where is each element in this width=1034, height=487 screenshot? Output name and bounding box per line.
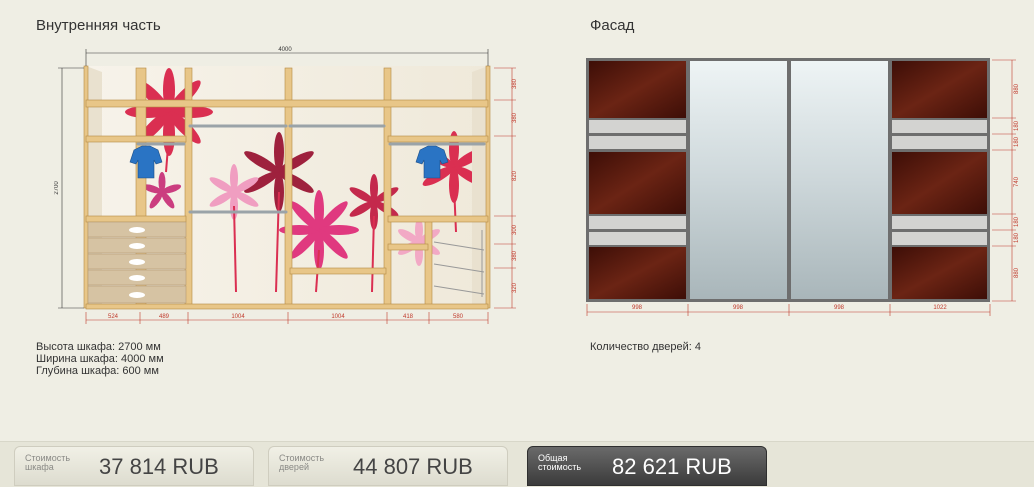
interior-title: Внутренняя часть [36, 17, 161, 34]
facade-right-dim: 880 [1014, 267, 1020, 278]
right-dim: 300 [512, 224, 518, 235]
bottom-dim: 418 [403, 314, 414, 320]
bottom-dim: 489 [159, 314, 170, 320]
width-dimension: 4000 [278, 47, 292, 53]
bottom-dim: 1004 [231, 314, 245, 320]
cabinet-price-value: 37 814 RUB [99, 454, 219, 479]
right-dim: 320 [512, 282, 518, 293]
right-dim: 380 [512, 250, 518, 261]
total-price: Общая стоимость 82 621 RUB [527, 446, 767, 486]
height-dimension: 2700 [54, 181, 60, 195]
facade-bottom-dim: 1022 [933, 305, 947, 311]
cabinet-price: Стоимость шкафа 37 814 RUB [14, 446, 254, 486]
facade-bottom-dim: 998 [733, 305, 744, 311]
facade-right-dim: 180 [1014, 120, 1020, 131]
facade-right-dim: 180 [1014, 216, 1020, 227]
doors-price-value: 44 807 RUB [353, 454, 473, 479]
right-dim: 380 [512, 112, 518, 123]
facade-right-dim: 880 [1014, 83, 1020, 94]
bottom-dim: 580 [453, 314, 464, 320]
interior-drawing[interactable]: 4000 2700 380 380 820 300 380 320 524 48… [54, 42, 524, 327]
cabinet-specs: Высота шкафа: 2700 мм Ширина шкафа: 4000… [36, 341, 164, 377]
door-3-mirror[interactable] [791, 61, 888, 299]
facade-bottom-dim: 998 [632, 305, 643, 311]
doors-price: Стоимость дверей 44 807 RUB [268, 446, 508, 486]
facade-right-dim: 180 [1014, 232, 1020, 243]
facade-bottom-dim: 998 [834, 305, 845, 311]
door-1[interactable] [589, 61, 686, 299]
right-dim: 820 [512, 170, 518, 181]
bottom-dim: 524 [108, 314, 119, 320]
door-4[interactable] [892, 61, 987, 299]
facade-right-dim: 180 [1014, 136, 1020, 147]
doors-price-label: Стоимость дверей [279, 453, 325, 472]
bottom-dim: 1004 [331, 314, 345, 320]
spec-height: Высота шкафа: 2700 мм [36, 341, 161, 353]
facade-drawing[interactable]: 880 180 180 740 180 180 880 998 998 998 … [584, 56, 1024, 318]
total-price-value: 82 621 RUB [612, 454, 732, 479]
door-2-mirror[interactable] [690, 61, 787, 299]
spec-depth: Глубина шкафа: 600 мм [36, 365, 159, 377]
facade-title: Фасад [590, 17, 635, 34]
door-count: Количество дверей: 4 [590, 341, 701, 353]
spec-width: Ширина шкафа: 4000 мм [36, 353, 164, 365]
cabinet-price-label: Стоимость шкафа [25, 453, 71, 472]
total-price-label: Общая стоимость [538, 453, 582, 472]
right-dim: 380 [512, 78, 518, 89]
facade-right-dim: 740 [1014, 176, 1020, 187]
